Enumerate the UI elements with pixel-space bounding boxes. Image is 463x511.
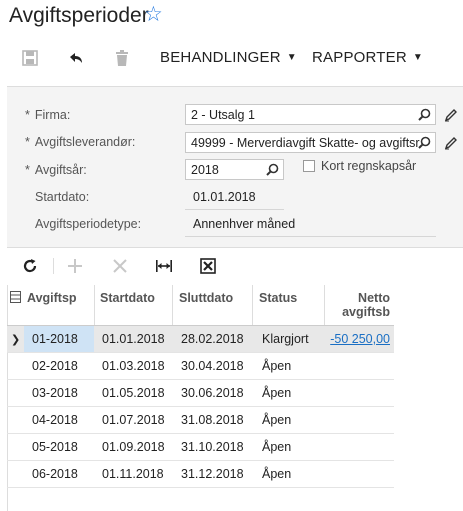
search-icon[interactable]: [418, 108, 431, 121]
cell-period[interactable]: 01-2018: [32, 332, 78, 346]
pencil-icon[interactable]: [444, 136, 458, 150]
excel-export-icon[interactable]: [198, 256, 218, 276]
behandlinger-label: BEHANDLINGER: [160, 49, 281, 66]
col-divider: [324, 285, 325, 325]
toolbar-divider: [53, 258, 54, 274]
firma-label: * Firma:: [25, 108, 71, 122]
cell-startdato[interactable]: 01.05.2018: [102, 386, 165, 400]
col-divider: [252, 285, 253, 325]
cell-status[interactable]: Åpen: [262, 359, 291, 373]
cell-sluttdato[interactable]: 30.06.2018: [181, 386, 244, 400]
row-selector-icon[interactable]: [10, 291, 21, 306]
title-bar: Avgiftsperioder ☆: [0, 0, 463, 34]
cell-sluttdato[interactable]: 28.02.2018: [181, 332, 244, 346]
cell-status[interactable]: Åpen: [262, 386, 291, 400]
save-icon[interactable]: [20, 48, 40, 68]
table-row[interactable]: 03-2018 01.05.2018 30.06.2018 Åpen: [7, 380, 394, 407]
startdato-underline: [185, 209, 284, 210]
row-pointer-icon: ❯: [11, 334, 21, 346]
search-icon[interactable]: [266, 163, 279, 176]
col-divider: [172, 285, 173, 325]
cell-status[interactable]: Åpen: [262, 467, 291, 481]
table-row[interactable]: 02-2018 01.03.2018 30.04.2018 Åpen: [7, 353, 394, 380]
firma-field[interactable]: 2 - Utsalg 1: [185, 104, 436, 125]
cell-sluttdato[interactable]: 31.10.2018: [181, 440, 244, 454]
plus-icon[interactable]: [65, 256, 85, 276]
close-icon[interactable]: [110, 256, 130, 276]
col-header-status[interactable]: Status: [259, 291, 297, 305]
cell-startdato[interactable]: 01.01.2018: [102, 332, 165, 346]
cell-startdato[interactable]: 01.03.2018: [102, 359, 165, 373]
leverandor-label: * Avgiftsleverandør:: [25, 135, 136, 149]
fit-columns-icon[interactable]: [154, 256, 174, 276]
kort-regnskapsar-label: Kort regnskapsår: [321, 159, 417, 173]
cell-startdato[interactable]: 01.09.2018: [102, 440, 165, 454]
search-icon[interactable]: [418, 136, 431, 149]
periodetype-underline: [185, 236, 436, 237]
caret-down-icon: ▼: [286, 52, 297, 63]
col-divider: [94, 285, 95, 325]
grid-header: Avgiftsp Startdato Sluttdato Status Nett…: [7, 285, 394, 326]
cell-period[interactable]: 06-2018: [32, 467, 78, 481]
col-header-netto-avgiftsbelop[interactable]: Netto avgiftsb: [342, 291, 390, 319]
table-row[interactable]: 04-2018 01.07.2018 31.08.2018 Åpen: [7, 407, 394, 434]
cell-period[interactable]: 05-2018: [32, 440, 78, 454]
cell-period[interactable]: 04-2018: [32, 413, 78, 427]
periodetype-label: Avgiftsperiodetype:: [35, 217, 142, 231]
star-icon[interactable]: ☆: [144, 2, 163, 27]
cell-status[interactable]: Åpen: [262, 413, 291, 427]
leverandor-field[interactable]: 49999 - Merverdiavgift Skatte- og avgift…: [185, 132, 436, 153]
col-header-sluttdato[interactable]: Sluttdato: [179, 291, 233, 305]
periodetype-value: Annenhver måned: [193, 217, 296, 231]
cell-period[interactable]: 02-2018: [32, 359, 78, 373]
cell-netto-link[interactable]: -50 250,00: [330, 332, 390, 346]
cell-period[interactable]: 03-2018: [32, 386, 78, 400]
table-row[interactable]: 05-2018 01.09.2018 31.10.2018 Åpen: [7, 434, 394, 461]
cell-status[interactable]: Klargjort: [262, 332, 309, 346]
undo-icon[interactable]: [66, 48, 86, 68]
rapporter-label: RAPPORTER: [312, 49, 407, 66]
cell-sluttdato[interactable]: 31.08.2018: [181, 413, 244, 427]
pencil-icon[interactable]: [444, 108, 458, 122]
page-title: Avgiftsperioder: [9, 4, 149, 27]
caret-down-icon: ▼: [412, 52, 423, 63]
col-header-startdato[interactable]: Startdato: [100, 291, 155, 305]
main-toolbar: BEHANDLINGER ▼ RAPPORTER ▼: [0, 40, 463, 76]
kort-regnskapsar-checkbox[interactable]: [303, 160, 315, 172]
avgiftsar-label: * Avgiftsår:: [25, 163, 87, 177]
cell-sluttdato[interactable]: 31.12.2018: [181, 467, 244, 481]
avgiftsar-field[interactable]: 2018: [185, 159, 284, 180]
cell-startdato[interactable]: 01.07.2018: [102, 413, 165, 427]
rapporter-menu[interactable]: RAPPORTER ▼: [312, 49, 423, 66]
startdato-value: 01.01.2018: [193, 190, 256, 204]
filter-form: * Firma: 2 - Utsalg 1 * Avgiftsleverandør:…: [7, 86, 463, 248]
col-header-avgiftsperiode[interactable]: Avgiftsp: [27, 291, 77, 305]
cell-startdato[interactable]: 01.11.2018: [102, 467, 164, 481]
refresh-icon[interactable]: [20, 256, 40, 276]
grid-toolbar: [0, 250, 463, 282]
table-row[interactable]: ❯ 01-2018 01.01.2018 28.02.2018 Klargjor…: [7, 326, 394, 353]
cell-sluttdato[interactable]: 30.04.2018: [181, 359, 244, 373]
table-row[interactable]: 06-2018 01.11.2018 31.12.2018 Åpen: [7, 461, 394, 488]
trash-icon[interactable]: [112, 48, 132, 68]
startdato-label: Startdato:: [35, 190, 90, 204]
behandlinger-menu[interactable]: BEHANDLINGER ▼: [160, 49, 297, 66]
cell-status[interactable]: Åpen: [262, 440, 291, 454]
